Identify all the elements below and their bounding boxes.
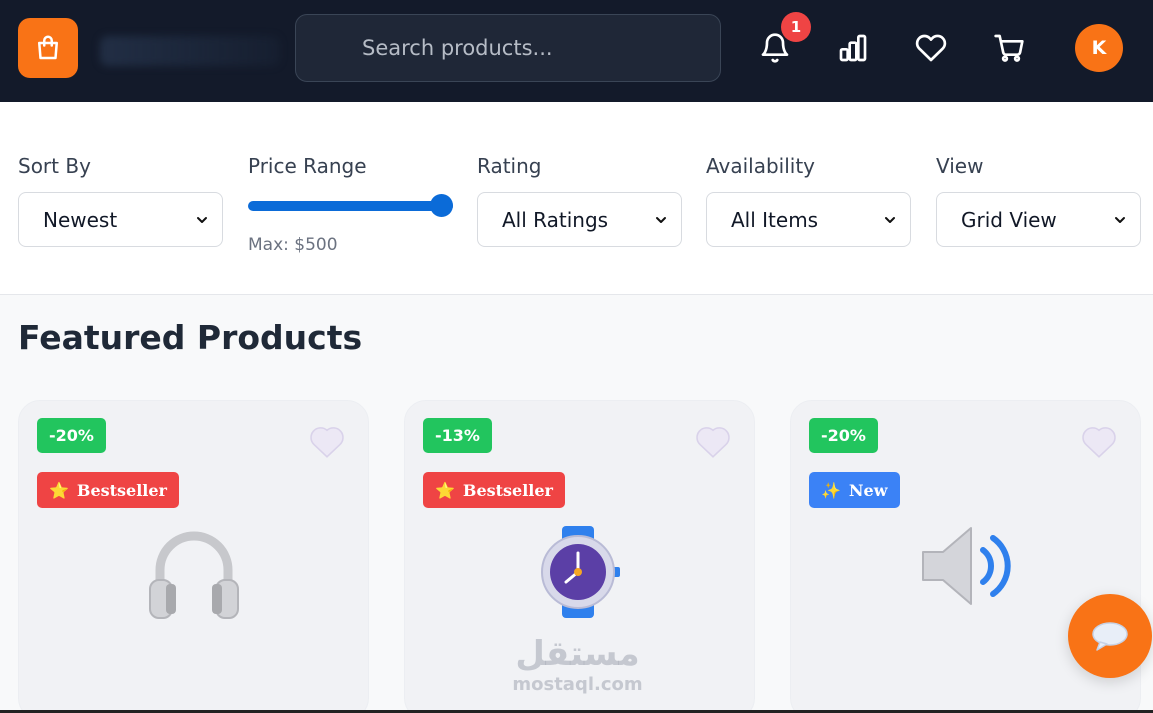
compare-button[interactable] xyxy=(833,28,873,68)
bar-chart-icon xyxy=(839,34,867,62)
product-image xyxy=(19,526,368,626)
watch-icon xyxy=(540,526,620,618)
chat-button[interactable] xyxy=(1068,594,1152,678)
sort-label: Sort By xyxy=(18,154,91,178)
search-input[interactable] xyxy=(296,15,720,81)
top-navbar: 1 K xyxy=(0,0,1153,102)
rating-label: Rating xyxy=(477,154,542,178)
wishlist-button[interactable] xyxy=(911,28,951,68)
product-tag-label: New xyxy=(848,480,888,500)
discount-badge: -20% xyxy=(37,418,106,453)
price-range-track[interactable] xyxy=(248,201,453,211)
product-card[interactable]: -20% ⭐ Bestseller xyxy=(18,400,369,713)
discount-badge: -20% xyxy=(809,418,878,453)
brand-name-blurred xyxy=(100,36,280,66)
rating-select[interactable]: All Ratings xyxy=(477,192,682,247)
sparkles-icon: ✨ xyxy=(821,480,841,500)
section-title: Featured Products xyxy=(18,318,363,357)
watermark: مستقل mostaql.com xyxy=(505,634,650,695)
product-tag: ✨ New xyxy=(809,472,900,508)
notification-badge: 1 xyxy=(781,12,811,42)
sort-select[interactable]: Newest xyxy=(18,192,223,247)
view-label: View xyxy=(936,154,984,178)
chevron-down-icon xyxy=(656,217,666,223)
shopping-bag-icon xyxy=(38,35,58,60)
price-range-thumb[interactable] xyxy=(430,194,453,217)
logo-button[interactable] xyxy=(18,18,78,78)
heart-icon[interactable] xyxy=(694,423,732,459)
cart-icon xyxy=(994,34,1024,62)
watermark-latin: mostaql.com xyxy=(512,674,643,695)
heart-icon[interactable] xyxy=(1080,423,1118,459)
sort-value: Newest xyxy=(43,207,118,232)
availability-select[interactable]: All Items xyxy=(706,192,911,247)
price-range-label: Price Range xyxy=(248,154,367,178)
availability-value: All Items xyxy=(731,207,819,232)
watermark-arabic: مستقل xyxy=(515,634,640,674)
product-tag: ⭐ Bestseller xyxy=(423,472,565,508)
availability-label: Availability xyxy=(706,154,816,178)
filters-bar: Sort By Newest Price Range Max: $500 Rat… xyxy=(0,102,1153,295)
headphones-icon xyxy=(148,531,239,619)
chevron-down-icon xyxy=(197,217,207,223)
search-box[interactable] xyxy=(295,14,721,82)
avatar[interactable]: K xyxy=(1075,24,1123,72)
price-range-max: Max: $500 xyxy=(248,235,338,255)
heart-icon xyxy=(915,34,947,62)
chevron-down-icon xyxy=(1115,217,1125,223)
speaker-icon xyxy=(921,527,1011,605)
product-image xyxy=(405,526,754,626)
star-icon: ⭐ xyxy=(49,480,69,500)
chat-bubble-icon xyxy=(1092,622,1128,651)
star-icon: ⭐ xyxy=(435,480,455,500)
discount-badge: -13% xyxy=(423,418,492,453)
heart-icon[interactable] xyxy=(308,423,346,459)
chevron-down-icon xyxy=(885,217,895,223)
view-select[interactable]: Grid View xyxy=(936,192,1141,247)
cart-button[interactable] xyxy=(989,28,1029,68)
product-tag-label: Bestseller xyxy=(76,480,167,500)
rating-value: All Ratings xyxy=(502,207,609,232)
product-tag-label: Bestseller xyxy=(462,480,553,500)
view-value: Grid View xyxy=(961,207,1057,232)
product-tag: ⭐ Bestseller xyxy=(37,472,179,508)
